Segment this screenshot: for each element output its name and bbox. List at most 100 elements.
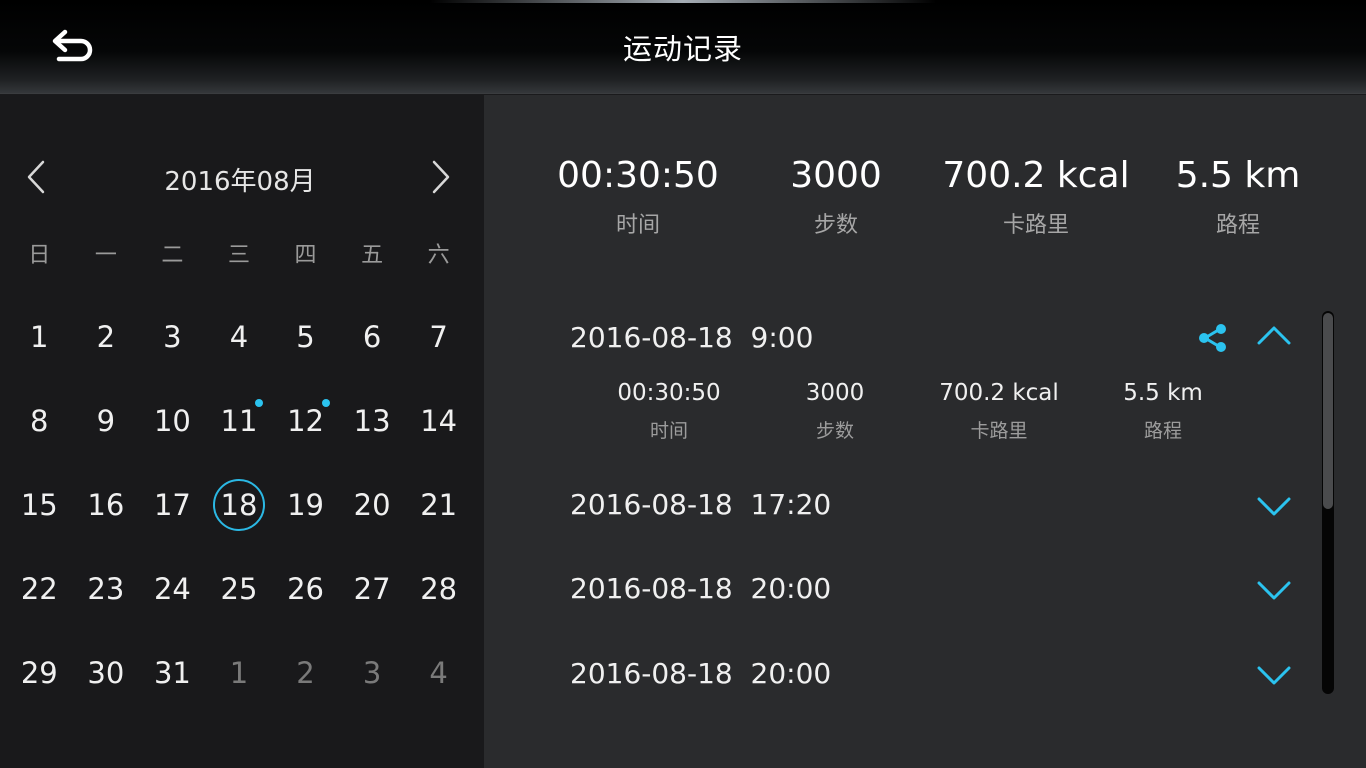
detail-time: 00:30:50 时间 <box>594 378 744 443</box>
calendar-day[interactable]: 21 <box>405 463 472 547</box>
record-time: 2016-08-18 20:00 <box>570 572 832 605</box>
calendar-day[interactable]: 24 <box>139 547 206 631</box>
record-detail: 00:30:50 时间 3000 步数 700.2 kcal 卡路里 5.5 k… <box>594 378 1254 448</box>
calendar-day-label: 1 <box>30 320 49 354</box>
calendar-day[interactable]: 3 <box>139 295 206 379</box>
weekday-label: 四 <box>294 243 317 268</box>
calendar-day-label: 4 <box>229 320 249 354</box>
scrollbar-thumb[interactable] <box>1323 313 1333 509</box>
expand-button[interactable] <box>1254 491 1294 521</box>
calendar-day[interactable]: 14 <box>405 379 472 463</box>
record-item[interactable]: 2016-08-18 17:20 <box>484 485 1314 529</box>
calendar-day[interactable]: 29 <box>6 631 73 715</box>
calendar-day[interactable]: 4 <box>405 631 472 715</box>
calendar-day-label: 5 <box>296 320 315 354</box>
scrollbar[interactable] <box>1322 311 1334 694</box>
calendar-day-label: 31 <box>153 656 191 690</box>
summary-distance-label: 路程 <box>1215 213 1260 238</box>
calendar-day-label: 2 <box>296 656 315 690</box>
calendar-day-label: 28 <box>420 572 458 606</box>
calendar-day[interactable]: 27 <box>339 547 406 631</box>
calendar-day-label: 1 <box>229 656 249 690</box>
calendar-day[interactable]: 1 <box>6 295 73 379</box>
calendar-panel: 2016年08月 日 一 二 三 四 五 六 1 2 3 4 5 6 7 8 9 10 11 12 13… <box>0 95 484 768</box>
calendar-day[interactable]: 2 <box>73 295 140 379</box>
summary-steps: 3000 步数 <box>736 153 936 239</box>
detail-calories-label: 卡路里 <box>970 420 1028 442</box>
calendar-day[interactable]: 8 <box>6 379 73 463</box>
summary-steps-value: 3000 <box>790 155 882 196</box>
calendar-day[interactable]: 13 <box>339 379 406 463</box>
record-item[interactable]: 2016-08-18 20:00 <box>484 569 1314 613</box>
next-month-button[interactable] <box>421 155 461 199</box>
expand-button[interactable] <box>1254 660 1294 690</box>
calendar-day[interactable]: 16 <box>73 463 140 547</box>
calendar-day-label: 26 <box>287 572 324 606</box>
calendar-day[interactable]: 2 <box>272 631 339 715</box>
detail-steps-value: 3000 <box>805 380 865 406</box>
calendar-day-label: 8 <box>30 404 49 438</box>
calendar-day-label: 3 <box>362 656 382 690</box>
calendar-day[interactable]: 20 <box>339 463 406 547</box>
detail-distance-label: 路程 <box>1143 420 1182 442</box>
summary-calories-label: 卡路里 <box>1002 213 1069 238</box>
calendar-day[interactable]: 26 <box>272 547 339 631</box>
detail-distance: 5.5 km 路程 <box>1088 378 1238 443</box>
weekday-label: 日 <box>28 243 51 268</box>
page-title: 运动记录 <box>622 32 743 66</box>
share-icon <box>1199 324 1226 352</box>
detail-calories-value: 700.2 kcal <box>939 380 1059 406</box>
share-button[interactable] <box>1196 321 1230 355</box>
calendar-day-label: 24 <box>153 572 191 606</box>
record-time: 2016-08-18 9:00 <box>570 321 814 354</box>
chevron-down-icon <box>1257 581 1291 600</box>
weekday-label: 六 <box>427 243 450 268</box>
calendar-day[interactable]: 17 <box>139 463 206 547</box>
calendar-day[interactable]: 11 <box>206 379 273 463</box>
summary-distance-value: 5.5 km <box>1175 155 1301 196</box>
calendar-day[interactable]: 7 <box>405 295 472 379</box>
calendar-day[interactable]: 4 <box>206 295 273 379</box>
calendar-day[interactable]: 9 <box>73 379 140 463</box>
chevron-down-icon <box>1257 497 1291 516</box>
collapse-button[interactable] <box>1254 320 1294 350</box>
calendar-day[interactable]: 3 <box>339 631 406 715</box>
chevron-up-icon <box>1257 326 1291 345</box>
calendar-day[interactable]: 30 <box>73 631 140 715</box>
detail-calories: 700.2 kcal 卡路里 <box>924 378 1074 443</box>
calendar-day[interactable]: 28 <box>405 547 472 631</box>
prev-month-button[interactable] <box>16 155 56 199</box>
record-indicator-dot <box>254 399 263 407</box>
calendar-day[interactable]: 1 <box>206 631 273 715</box>
calendar-day-label: 6 <box>362 320 382 354</box>
expand-button[interactable] <box>1254 575 1294 605</box>
calendar-day-label: 14 <box>420 404 458 438</box>
detail-distance-value: 5.5 km <box>1123 380 1203 406</box>
calendar-day-label: 13 <box>353 404 391 438</box>
calendar-day-label: 3 <box>163 320 182 354</box>
weekday-label: 五 <box>361 243 384 268</box>
chevron-right-icon <box>432 160 450 194</box>
calendar-day-label: 22 <box>20 572 58 606</box>
calendar-day[interactable]: 6 <box>339 295 406 379</box>
calendar-day[interactable]: 23 <box>73 547 140 631</box>
record-item[interactable]: 2016-08-18 20:00 <box>484 654 1314 698</box>
calendar-day[interactable]: 15 <box>6 463 73 547</box>
calendar-day[interactable]: 10 <box>139 379 206 463</box>
calendar-day[interactable]: 31 <box>139 631 206 715</box>
calendar-day-label: 27 <box>353 572 391 606</box>
calendar-month-label: 2016年08月 <box>164 167 316 197</box>
chevron-down-icon <box>1257 666 1291 685</box>
calendar-day-label: 23 <box>87 572 125 606</box>
calendar-day[interactable]: 19 <box>272 463 339 547</box>
calendar-day[interactable]: 12 <box>272 379 339 463</box>
calendar-day-selected[interactable]: 18 <box>206 463 273 547</box>
summary-time-label: 时间 <box>615 213 660 238</box>
calendar-day[interactable]: 5 <box>272 295 339 379</box>
calendar-day-label: 15 <box>20 488 58 522</box>
calendar-day[interactable]: 22 <box>6 547 73 631</box>
calendar-day-label: 10 <box>153 404 191 438</box>
calendar-day-label: 19 <box>287 488 324 522</box>
calendar-day[interactable]: 25 <box>206 547 273 631</box>
calendar-day-label: 25 <box>220 572 258 606</box>
